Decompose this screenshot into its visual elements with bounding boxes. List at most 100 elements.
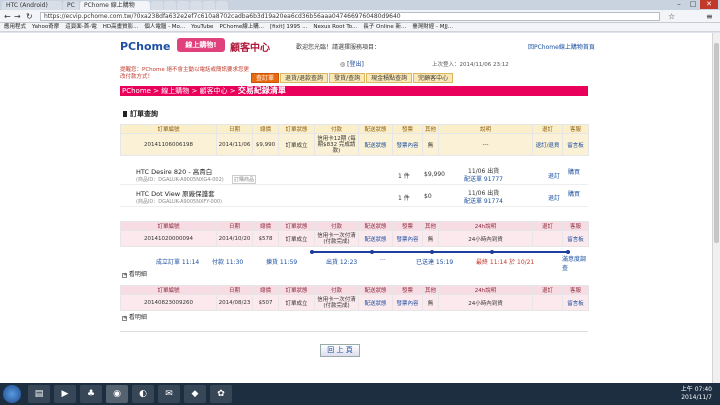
firefox-icon[interactable]: ◐ (132, 385, 154, 403)
return-item-link[interactable]: 退訂 (548, 193, 560, 202)
pchome-logo[interactable]: PChome (120, 40, 170, 53)
invoice-link[interactable]: 發票內容 (392, 230, 423, 247)
details-toggle[interactable]: + 看明細 (122, 269, 147, 278)
minimize-icon[interactable]: – (672, 0, 686, 9)
column-header: 配送狀態 (358, 221, 393, 231)
order-table: 訂單編號 日期 總價 訂單狀態 付款 配送狀態 發票 其他 24h說明 退訂 客服 20140823… (120, 285, 589, 311)
url-input[interactable]: https://ecvip.pchome.com.tw/?0xa238dfa63… (40, 12, 660, 21)
timeline-dot (430, 250, 434, 254)
order-number: 20141106006198 (120, 133, 217, 156)
item-name[interactable]: HTC Desire 820 - 高貴白 (136, 166, 212, 176)
browser-tab[interactable] (190, 1, 202, 10)
bookmark-item[interactable]: 臺灣財經 - MJJ... (412, 23, 453, 31)
logout-link[interactable]: 登出 (350, 61, 362, 68)
column-header: 其他 (422, 124, 439, 134)
order-table: 訂單編號 日期 總價 訂單狀態 付款 配送狀態 發票 其他 24h說明 退訂 客服 20141020… (120, 221, 589, 247)
app-icon[interactable]: ◆ (184, 385, 206, 403)
bookmark-item[interactable]: YouTube (191, 23, 213, 31)
browser-tab[interactable] (216, 1, 228, 10)
system-clock[interactable]: 上午 07:40 2014/11/7 (681, 386, 712, 402)
menu-icon[interactable]: ≡ (706, 12, 713, 21)
media-icon[interactable]: ▶ (54, 385, 76, 403)
scrollbar-thumb[interactable] (714, 43, 719, 243)
message-board-link[interactable]: 留言板 (562, 133, 589, 156)
rebuy-link[interactable]: 購買 (568, 167, 580, 176)
star-icon[interactable]: ☆ (668, 12, 675, 21)
tab-center[interactable]: 完顧客中心 (413, 73, 454, 83)
browser-tab-active[interactable]: PChome 線上購物 (80, 1, 150, 10)
explorer-icon[interactable]: ▤ (28, 385, 50, 403)
forward-icon[interactable]: → (14, 12, 21, 21)
browser-tab[interactable]: PC (63, 1, 79, 10)
tab-orders[interactable]: 查訂單 (251, 73, 280, 83)
tab-refunds[interactable]: 退貨/退款查詢 (280, 73, 329, 83)
item-id: (商品ID：DGALUK-A9005NXG4-002) (136, 177, 224, 183)
close-icon[interactable]: ✕ (700, 0, 718, 9)
return-item-link[interactable]: 退訂 (548, 171, 560, 180)
item-tag: 訂購商品 (232, 175, 257, 184)
timeline-step: 最終 11:14 於 10/21 (476, 259, 535, 266)
survey-link[interactable]: 滿意度調查 (562, 254, 588, 272)
order-number: 20140823009260 (120, 294, 217, 311)
browser-tab[interactable] (177, 1, 189, 10)
app-icon[interactable]: ✉ (158, 385, 180, 403)
column-header: 付款 (314, 285, 359, 295)
return-link[interactable]: 退訂/退貨 (532, 133, 563, 156)
bookmark-item[interactable]: Nexus Root To... (313, 23, 357, 31)
expand-icon[interactable]: + (122, 273, 127, 278)
expand-icon[interactable]: + (122, 316, 127, 321)
tracking-link[interactable]: 配送單 91774 (464, 196, 503, 205)
shipping-status-link[interactable]: 配送狀態 (358, 133, 393, 156)
browser-tab[interactable]: HTC (Android) (2, 1, 62, 10)
item-name[interactable]: HTC Dot View 原廠保護套 (136, 188, 215, 198)
bookmark-item[interactable]: 長子 Online 新... (363, 23, 406, 31)
column-header: 訂單狀態 (278, 221, 315, 231)
column-header: 日期 (216, 285, 253, 295)
timeline-step: ··· (380, 257, 386, 264)
start-button[interactable] (3, 385, 21, 403)
item-id: (商品ID：DGALUK-A9005NXFY-000) (136, 199, 223, 205)
bookmark-item[interactable]: 應用程式 (4, 23, 26, 31)
breadcrumb-path[interactable]: PChome > 線上購物 > 顧客中心 > (122, 87, 238, 95)
vertical-scrollbar[interactable] (712, 33, 720, 383)
tab-invoice[interactable]: 發貨/查詢 (329, 73, 366, 83)
column-header: 配送狀態 (358, 124, 393, 134)
mall-home-link[interactable]: 回PChome線上購物首頁 (528, 42, 595, 51)
shopping-badge: 線上購物! (177, 38, 225, 52)
shipping-status-link[interactable]: 配送狀態 (358, 230, 393, 247)
shipping-status-link[interactable]: 配送狀態 (358, 294, 393, 311)
timeline-bar (310, 250, 570, 254)
bookmark-item[interactable]: [fixit] 1995 ... (270, 23, 307, 31)
note-cell: --- (438, 133, 533, 156)
message-board-link[interactable]: 留言板 (562, 230, 589, 247)
details-label[interactable]: 看明細 (129, 314, 147, 321)
note-cell: 24小時內到貨 (438, 230, 533, 247)
message-board-link[interactable]: 留言板 (562, 294, 589, 311)
bookmark-item[interactable]: PChome線上購... (219, 23, 264, 31)
bookmarks-bar: 應用程式 Yahoo奇摩 這頁面-首-電 HD高畫質影... 個人電腦 - Mo… (0, 23, 720, 32)
bookmark-item[interactable]: HD高畫質影... (103, 23, 139, 31)
browser-tab[interactable] (151, 1, 163, 10)
bookmark-item[interactable]: 個人電腦 - Mo... (144, 23, 185, 31)
chrome-icon[interactable]: ◉ (106, 385, 128, 403)
rebuy-link[interactable]: 購買 (568, 189, 580, 198)
details-label[interactable]: 看明細 (129, 271, 147, 278)
back-button[interactable]: 回 上 頁 (320, 344, 360, 357)
order-date: 2014/10/20 (216, 230, 253, 247)
maximize-icon[interactable]: □ (686, 0, 700, 9)
back-icon[interactable]: ← (4, 12, 11, 21)
browser-tab[interactable] (164, 1, 176, 10)
invoice-link[interactable]: 發票內容 (392, 294, 423, 311)
details-toggle[interactable]: + 看明細 (122, 312, 147, 321)
invoice-link[interactable]: 發票內容 (392, 133, 423, 156)
tracking-link[interactable]: 配送單 91777 (464, 174, 503, 183)
browser-tab[interactable] (203, 1, 215, 10)
bookmark-item[interactable]: 這頁面-首-電 (65, 23, 96, 31)
bookmark-item[interactable]: Yahoo奇摩 (32, 23, 59, 31)
app-icon[interactable]: ♣ (80, 385, 102, 403)
browser-tabstrip: HTC (Android) PC PChome 線上購物 – □ ✕ (0, 0, 720, 10)
reload-icon[interactable]: ↻ (26, 12, 33, 21)
tab-points[interactable]: 現金積點查詢 (366, 73, 413, 83)
list-item: HTC Dot View 原廠保護套 (商品ID：DGALUK-A9005NXF… (120, 185, 588, 207)
app-icon[interactable]: ✿ (210, 385, 232, 403)
